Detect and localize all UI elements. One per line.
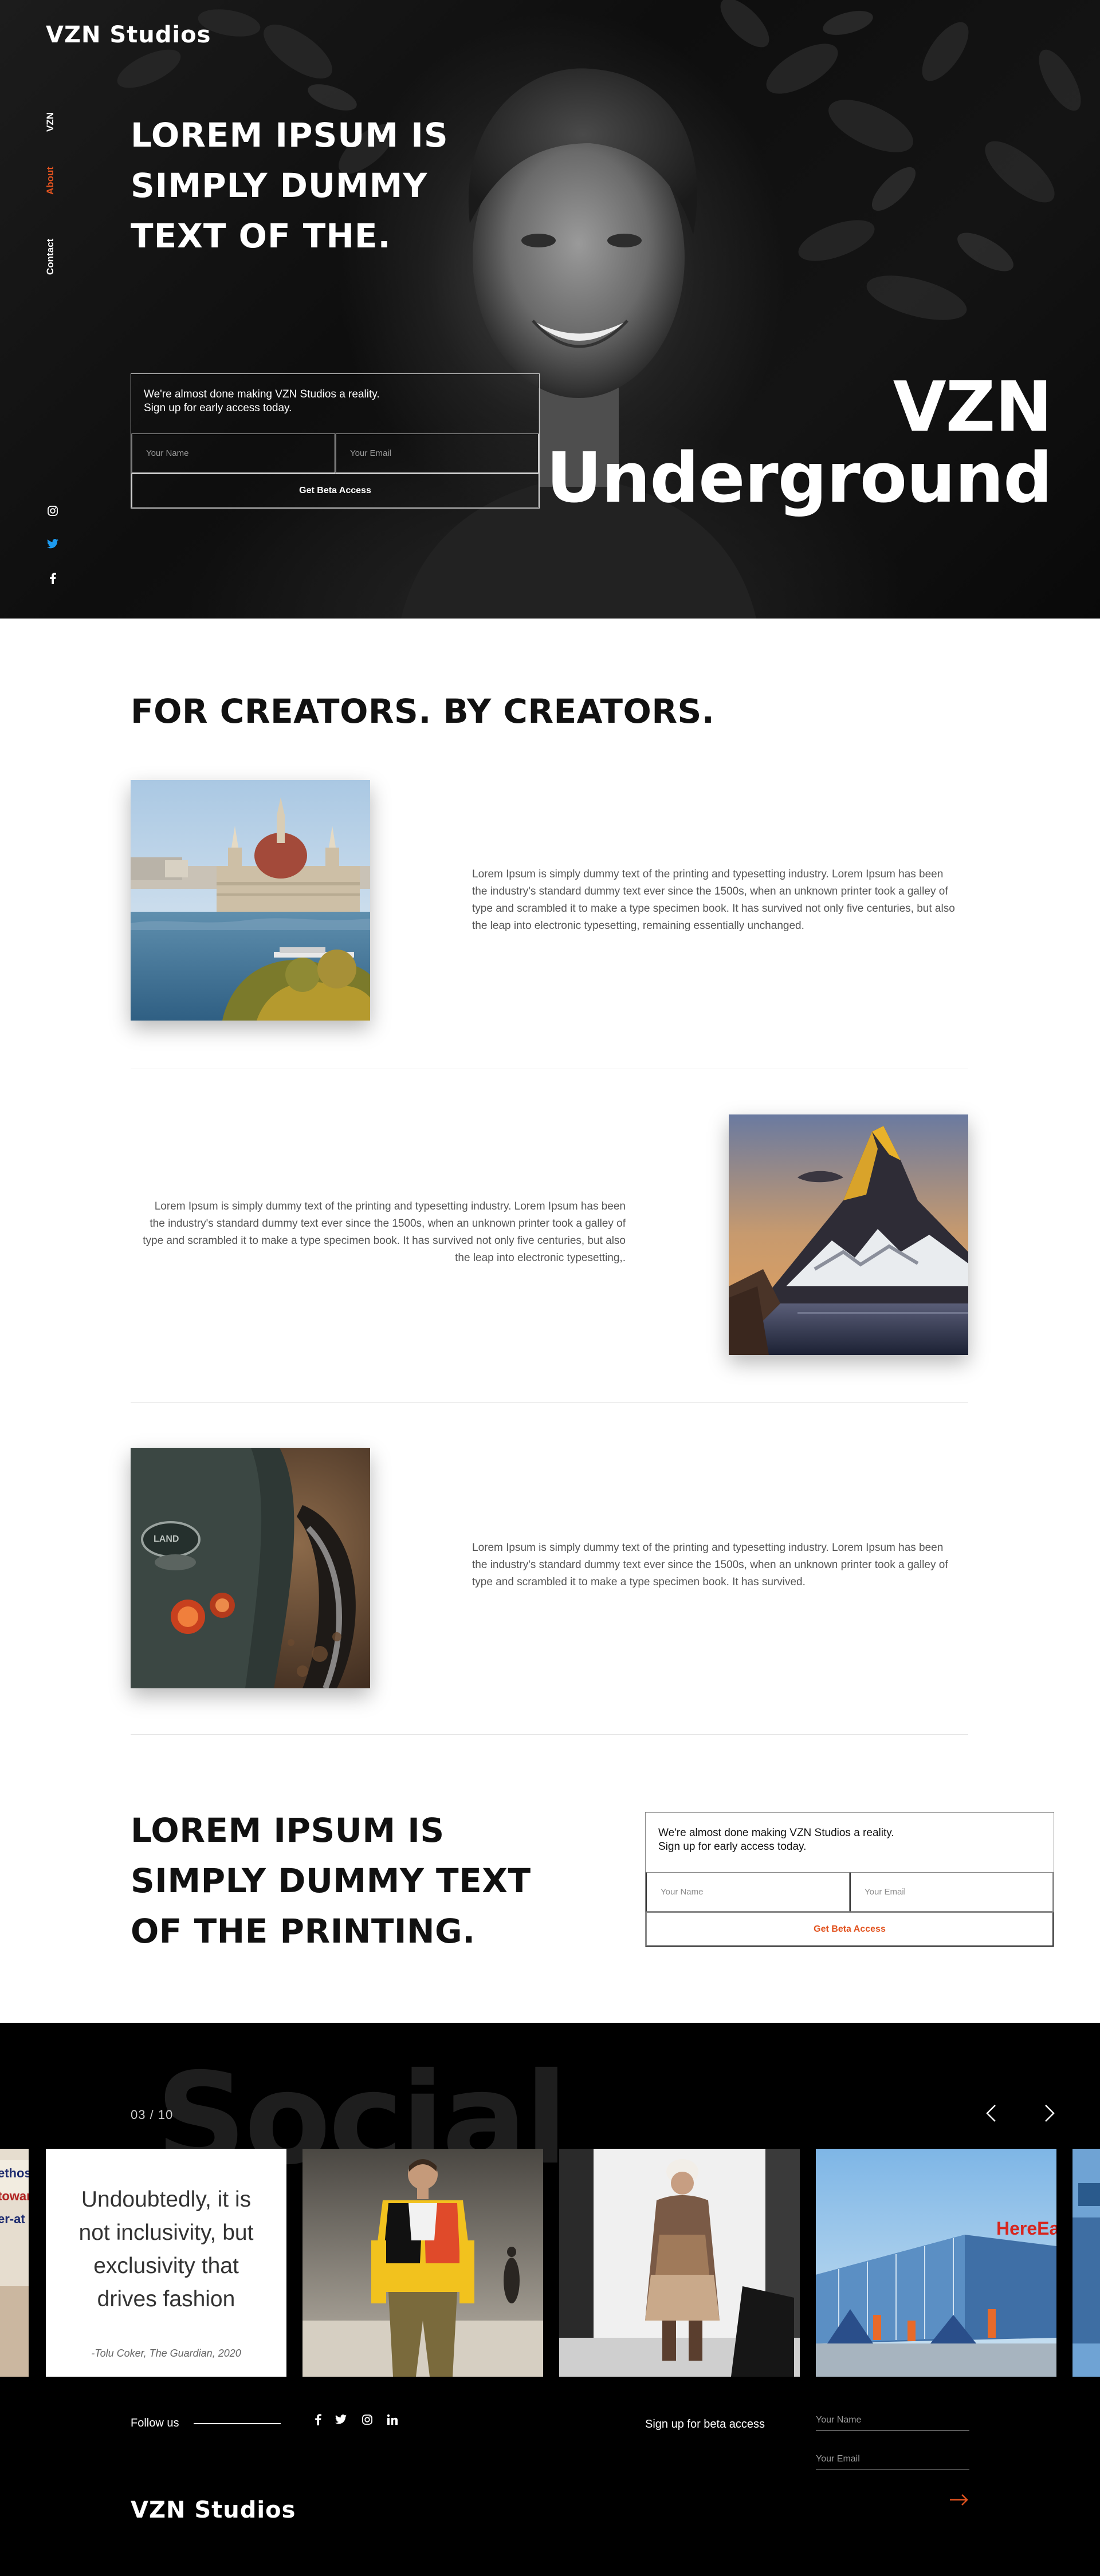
get-beta-access-button[interactable]: Get Beta Access: [646, 1912, 1054, 1947]
creators-section-title: FOR CREATORS. BY CREATORS.: [131, 692, 715, 731]
quote-line: not inclusivity, but: [78, 2220, 254, 2245]
chevron-left-icon: [986, 2105, 996, 2122]
feature-image-budapest: [131, 780, 370, 1021]
email-field[interactable]: [335, 434, 539, 474]
arrow-right-icon: [950, 2494, 968, 2506]
quote-source: -Tolu Coker, The Guardian, 2020: [91, 2347, 241, 2359]
instagram-icon[interactable]: [360, 2412, 375, 2427]
twitter-icon[interactable]: [46, 537, 60, 551]
hero-headline-line: TEXT OF THE.: [131, 216, 391, 255]
section-divider: [131, 1402, 968, 1403]
nav-item-contact[interactable]: Contact: [45, 239, 56, 275]
follow-divider-line: [194, 2423, 281, 2424]
hero-headline: LOREM IPSUM IS SIMPLY DUMMY TEXT OF THE.: [131, 110, 497, 261]
facebook-icon[interactable]: [46, 572, 60, 585]
beta-form-message-line: We're almost done making VZN Studios a r…: [658, 1827, 894, 1839]
cta-headline: LOREM IPSUM IS SIMPLY DUMMY TEXT OF THE …: [131, 1805, 566, 1956]
partial-card-word: ethos: [0, 2166, 29, 2180]
follow-us-label: Follow us: [131, 2417, 179, 2429]
cta-headline-line: OF THE PRINTING.: [131, 1912, 476, 1951]
carousel-card-quote[interactable]: Undoubtedly, it is not inclusivity, but …: [46, 2149, 286, 2377]
social-section: Social 03 / 10 ethos towar er-at Undoubt…: [0, 2023, 1100, 2576]
feature-text: Lorem Ipsum is simply dummy text of the …: [472, 1542, 948, 1588]
feature-text: Lorem Ipsum is simply dummy text of the …: [472, 868, 955, 932]
carousel-card-partial-right[interactable]: [1072, 2149, 1100, 2377]
quote-line: exclusivity that: [93, 2254, 239, 2278]
feature-image-land-rover: LAND: [131, 1448, 370, 1688]
svg-text:LAND: LAND: [154, 1534, 179, 1544]
twitter-icon[interactable]: [333, 2412, 348, 2427]
hereeast-sign: HereEast: [996, 2218, 1056, 2239]
facebook-icon[interactable]: [311, 2412, 325, 2427]
carousel-card-partial-left[interactable]: ethos towar er-at: [0, 2149, 29, 2377]
beta-form-message: We're almost done making VZN Studios a r…: [131, 374, 539, 434]
footer-name-field[interactable]: [816, 2410, 969, 2431]
footer-brand-logo[interactable]: VZN Studios: [131, 2497, 296, 2523]
carousel-next-button[interactable]: [1032, 2096, 1067, 2130]
cta-headline-line: SIMPLY DUMMY TEXT: [131, 1861, 531, 1900]
linkedin-icon[interactable]: [385, 2412, 400, 2427]
instagram-icon[interactable]: [46, 504, 60, 518]
name-field[interactable]: [646, 1872, 850, 1912]
nav-item-vzn[interactable]: VZN: [45, 112, 56, 132]
quote-line: drives fashion: [97, 2287, 235, 2311]
footer-email-field[interactable]: [816, 2449, 969, 2469]
carousel-card-hereeast[interactable]: HereEast: [816, 2149, 1056, 2377]
section-divider: [131, 1734, 968, 1735]
hero-section: VZN Studios VZN About Contact LOREM IPSU…: [0, 0, 1100, 619]
brand-logo[interactable]: VZN Studios: [46, 22, 211, 48]
chevron-right-icon: [1045, 2105, 1055, 2122]
vzn-underground-title-line: Underground: [546, 439, 1052, 518]
quote-line: Undoubtedly, it is: [81, 2187, 252, 2212]
partial-card-word: towar: [0, 2189, 29, 2203]
name-field[interactable]: [131, 434, 335, 474]
beta-form-message: We're almost done making VZN Studios a r…: [646, 1813, 1054, 1872]
quote-text: Undoubtedly, it is not inclusivity, but …: [79, 2183, 254, 2316]
cta-headline-line: LOREM IPSUM IS: [131, 1811, 445, 1850]
nav-item-about[interactable]: About: [45, 167, 56, 195]
vzn-underground-title: VZN Underground: [546, 372, 1052, 514]
carousel-prev-button[interactable]: [974, 2096, 1008, 2130]
hero-headline-line: SIMPLY DUMMY: [131, 166, 428, 205]
get-beta-access-button[interactable]: Get Beta Access: [131, 474, 539, 508]
beta-form-message-line: Sign up for early access today.: [144, 402, 292, 414]
beta-signup-label: Sign up for beta access: [645, 2418, 765, 2431]
feature-text: Lorem Ipsum is simply dummy text of the …: [143, 1200, 626, 1264]
beta-form-message-line: We're almost done making VZN Studios a r…: [144, 388, 380, 400]
beta-form-message-line: Sign up for early access today.: [658, 1841, 807, 1853]
carousel-counter: 03 / 10: [131, 2108, 174, 2122]
carousel-card-model-coat[interactable]: [559, 2149, 800, 2377]
feature-image-matterhorn: [729, 1114, 968, 1355]
hero-headline-line: LOREM IPSUM IS: [131, 116, 449, 155]
vzn-underground-title-line: VZN: [893, 368, 1052, 447]
partial-card-word: er-at: [0, 2212, 25, 2226]
carousel-card-runway[interactable]: [302, 2149, 543, 2377]
email-field[interactable]: [850, 1872, 1054, 1912]
cta-beta-signup-form: We're almost done making VZN Studios a r…: [645, 1812, 1054, 1947]
hero-beta-signup-form: We're almost done making VZN Studios a r…: [131, 373, 540, 509]
submit-arrow-button[interactable]: [948, 2491, 971, 2508]
